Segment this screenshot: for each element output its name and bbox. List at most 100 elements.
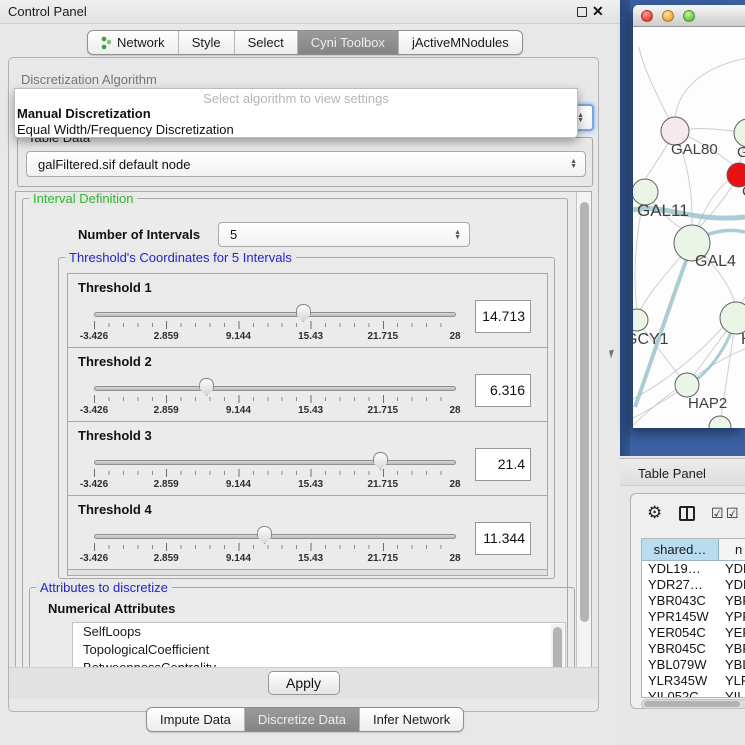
cyni-toolbox-pane: Discretization Algorithm ▲▼ Select algor… bbox=[8, 57, 599, 712]
table-horizontal-scrollbar[interactable] bbox=[641, 699, 745, 709]
tab-item[interactable]: Impute Data bbox=[147, 708, 244, 731]
main-scrollbar[interactable] bbox=[576, 192, 591, 667]
table-cell[interactable]: YBR0 bbox=[719, 593, 745, 609]
table-cell[interactable]: YLR345W bbox=[642, 673, 719, 689]
network-node-label: GAL11 bbox=[637, 201, 689, 220]
network-window-titlebar[interactable] bbox=[633, 5, 745, 27]
close-traffic-light-icon[interactable] bbox=[641, 10, 653, 22]
table-scrollbar-thumb[interactable] bbox=[644, 701, 740, 707]
table-data-select[interactable]: galFiltered.sif default node ▲▼ bbox=[26, 151, 586, 177]
table-row[interactable]: YBL079W YBL0 bbox=[642, 657, 745, 673]
network-view-window[interactable]: GAL80GACGAL11GAL4GCY1HHAP2 bbox=[633, 5, 745, 428]
algorithm-option-item[interactable]: Manual Discretization bbox=[15, 106, 577, 122]
table-cell[interactable]: YER0 bbox=[719, 625, 745, 641]
table-cell[interactable]: YPR145W bbox=[642, 609, 719, 625]
algorithm-dropdown-popup: Select algorithm to view settings Manual… bbox=[14, 88, 578, 138]
checkbox-icon[interactable]: ☑ bbox=[726, 505, 739, 522]
attribute-list-item[interactable]: TopologicalCoefficient bbox=[73, 641, 565, 659]
threshold-value-field[interactable]: 21.4 bbox=[475, 448, 531, 481]
network-node[interactable] bbox=[675, 373, 699, 397]
algorithm-option-item[interactable]: Equal Width/Frequency Discretization bbox=[15, 122, 577, 138]
table-cell[interactable]: YBL0 bbox=[719, 657, 745, 673]
apply-button[interactable]: Apply bbox=[268, 671, 340, 695]
interval-definition-label: Interval Definition bbox=[29, 191, 137, 206]
threshold-value-field[interactable]: 6.316 bbox=[475, 374, 531, 407]
float-window-icon[interactable] bbox=[577, 7, 587, 17]
table-data-group: Table Data galFiltered.sif default node … bbox=[17, 137, 593, 187]
node-table: shared… n YDL19… YDL1 YDR27… YDR2 YB bbox=[641, 538, 745, 698]
network-node[interactable] bbox=[709, 416, 731, 428]
table-row[interactable]: YBR043C YBR0 bbox=[642, 593, 745, 609]
threshold-value-field[interactable]: 14.713 bbox=[475, 300, 531, 333]
slider-track[interactable] bbox=[94, 312, 456, 317]
threshold-value-field[interactable]: 11.344 bbox=[475, 522, 531, 555]
threshold-slider[interactable]: -3.4262.8599.14415.4321.71528 bbox=[94, 376, 456, 420]
table-panel-titlebar: Table Panel bbox=[620, 458, 745, 486]
table-cell[interactable]: YDR27… bbox=[642, 577, 719, 593]
threshold-list: Threshold 1 -3.4262.8599.14415.4321.7152… bbox=[67, 273, 548, 576]
network-node[interactable] bbox=[720, 302, 745, 334]
tab-item[interactable]: Network bbox=[88, 31, 178, 54]
table-row[interactable]: YBR045C YBR0 bbox=[642, 641, 745, 657]
network-canvas[interactable]: GAL80GACGAL11GAL4GCY1HHAP2 bbox=[633, 27, 745, 428]
table-cell[interactable]: YDL1 bbox=[719, 561, 745, 577]
table-cell[interactable]: YPR1 bbox=[719, 609, 745, 625]
table-row[interactable]: YIL052C YIL0 bbox=[642, 689, 745, 698]
table-cell[interactable]: YBR045C bbox=[642, 641, 719, 657]
table-cell[interactable]: YDL19… bbox=[642, 561, 719, 577]
main-scrollbar-thumb[interactable] bbox=[580, 202, 589, 622]
table-cell[interactable]: YBL079W bbox=[642, 657, 719, 673]
tab-item[interactable]: Discretize Data bbox=[244, 708, 359, 731]
minimize-traffic-light-icon[interactable] bbox=[662, 10, 674, 22]
settings-scroll-area: Interval Definition Number of Intervals … bbox=[15, 191, 592, 668]
tab-label: Network bbox=[117, 35, 165, 50]
tab-item[interactable]: Select bbox=[234, 31, 297, 54]
tab-item[interactable]: jActiveMNodules bbox=[398, 31, 522, 54]
table-cell[interactable]: YIL052C bbox=[642, 689, 719, 698]
tab-item[interactable]: Style bbox=[178, 31, 234, 54]
column-header-name[interactable]: n bbox=[719, 539, 745, 560]
table-cell[interactable]: YLR3 bbox=[719, 673, 745, 689]
table-row[interactable]: YLR345W YLR3 bbox=[642, 673, 745, 689]
slider-thumb[interactable] bbox=[373, 452, 388, 470]
network-node[interactable] bbox=[633, 309, 648, 331]
number-of-intervals-label: Number of Intervals bbox=[78, 227, 200, 242]
slider-thumb[interactable] bbox=[296, 304, 311, 322]
table-cell[interactable]: YBR0 bbox=[719, 641, 745, 657]
table-cell[interactable]: YIL0 bbox=[719, 689, 745, 698]
table-row[interactable]: YPR145W YPR1 bbox=[642, 609, 745, 625]
tab-label: Cyni Toolbox bbox=[311, 35, 385, 50]
checkbox-icon[interactable]: ☑ bbox=[711, 505, 724, 522]
slider-thumb[interactable] bbox=[199, 378, 214, 396]
close-icon[interactable]: ✕ bbox=[592, 3, 604, 20]
split-column-icon[interactable] bbox=[679, 506, 695, 521]
table-cell[interactable]: YER054C bbox=[642, 625, 719, 641]
gear-icon[interactable]: ⚙ bbox=[647, 503, 662, 523]
list-scrollbar[interactable] bbox=[551, 624, 564, 668]
threshold-slider[interactable]: -3.4262.8599.14415.4321.71528 bbox=[94, 450, 456, 494]
column-header-shared-name[interactable]: shared… bbox=[642, 539, 719, 560]
number-of-intervals-select[interactable]: 5 ▲▼ bbox=[218, 222, 470, 247]
slider-track[interactable] bbox=[94, 460, 456, 465]
slider-track[interactable] bbox=[94, 534, 456, 539]
list-scrollbar-thumb[interactable] bbox=[553, 627, 562, 668]
tab-label: jActiveMNodules bbox=[412, 35, 509, 50]
table-row[interactable]: YER054C YER0 bbox=[642, 625, 745, 641]
zoom-traffic-light-icon[interactable] bbox=[683, 10, 695, 22]
slider-track[interactable] bbox=[94, 386, 456, 391]
tab-item[interactable]: Cyni Toolbox bbox=[297, 31, 398, 54]
table-cell[interactable]: YBR043C bbox=[642, 593, 719, 609]
tab-label: Infer Network bbox=[373, 712, 450, 727]
threshold-panel: Threshold 4 -3.4262.8599.14415.4321.7152… bbox=[68, 496, 547, 570]
algorithm-prompt-item[interactable]: Select algorithm to view settings bbox=[15, 91, 577, 106]
slider-scale-labels: -3.4262.8599.14415.4321.71528 bbox=[94, 553, 455, 565]
table-row[interactable]: YDR27… YDR2 bbox=[642, 577, 745, 593]
tab-item[interactable]: Infer Network bbox=[359, 708, 463, 731]
network-node[interactable] bbox=[734, 119, 745, 147]
table-row[interactable]: YDL19… YDL1 bbox=[642, 561, 745, 577]
slider-thumb[interactable] bbox=[257, 526, 272, 544]
threshold-slider[interactable]: -3.4262.8599.14415.4321.71528 bbox=[94, 524, 456, 568]
attribute-list-item[interactable]: SelfLoops bbox=[73, 623, 565, 641]
threshold-slider[interactable]: -3.4262.8599.14415.4321.71528 bbox=[94, 302, 456, 346]
table-cell[interactable]: YDR2 bbox=[719, 577, 745, 593]
